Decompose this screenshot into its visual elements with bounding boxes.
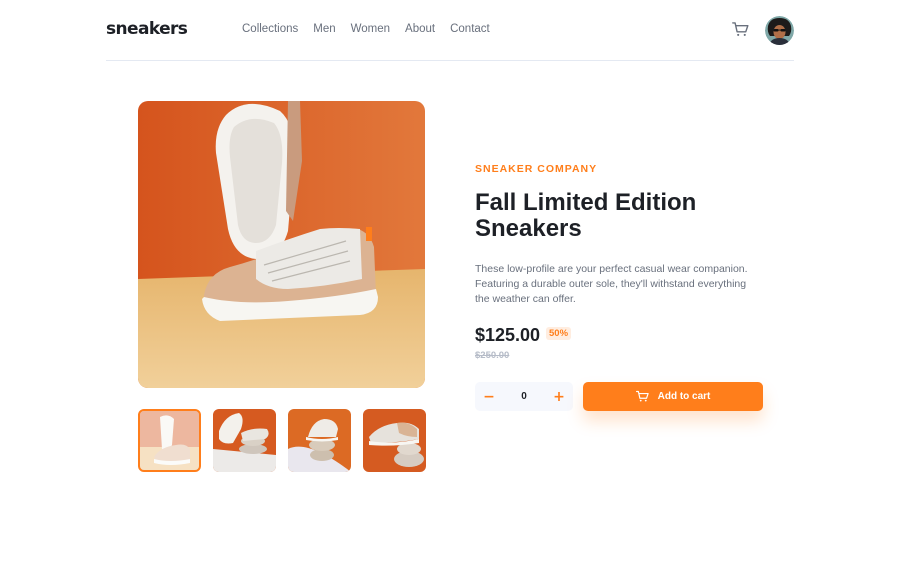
original-price: $250.00 [475,350,510,361]
discount-badge: 50% [546,327,572,340]
nav-women[interactable]: Women [351,23,390,35]
thumbnail-1[interactable] [138,409,201,472]
nav-about[interactable]: About [405,23,435,35]
add-to-cart-label: Add to cart [657,391,711,402]
nav-men[interactable]: Men [313,23,335,35]
site-header: sneakers Collections Men Women About Con… [106,0,794,61]
product-title: Fall Limited Edition Sneakers [475,189,697,242]
quantity-value: 0 [521,391,527,402]
decrease-quantity-button[interactable]: − [475,382,503,411]
cart-icon [635,390,649,402]
thumbnail-4[interactable] [363,409,426,472]
increase-quantity-button[interactable]: + [545,382,573,411]
current-price: $125.00 [475,325,541,345]
thumbnail-2[interactable] [213,409,276,472]
user-avatar[interactable] [765,16,794,45]
main-product-image[interactable] [138,101,425,388]
main-nav: Collections Men Women About Contact [242,23,505,35]
nav-collections[interactable]: Collections [242,23,298,35]
thumbnail-strip [138,409,426,472]
product-description: These low-profile are your perfect casua… [475,263,748,305]
add-to-cart-button[interactable]: Add to cart [583,382,763,411]
thumbnail-3[interactable] [288,409,351,472]
nav-contact[interactable]: Contact [450,23,490,35]
company-name: SNEAKER COMPANY [475,163,598,175]
site-logo[interactable]: sneakers [106,19,188,39]
quantity-stepper: − 0 + [475,382,573,411]
cart-icon[interactable] [732,21,749,38]
